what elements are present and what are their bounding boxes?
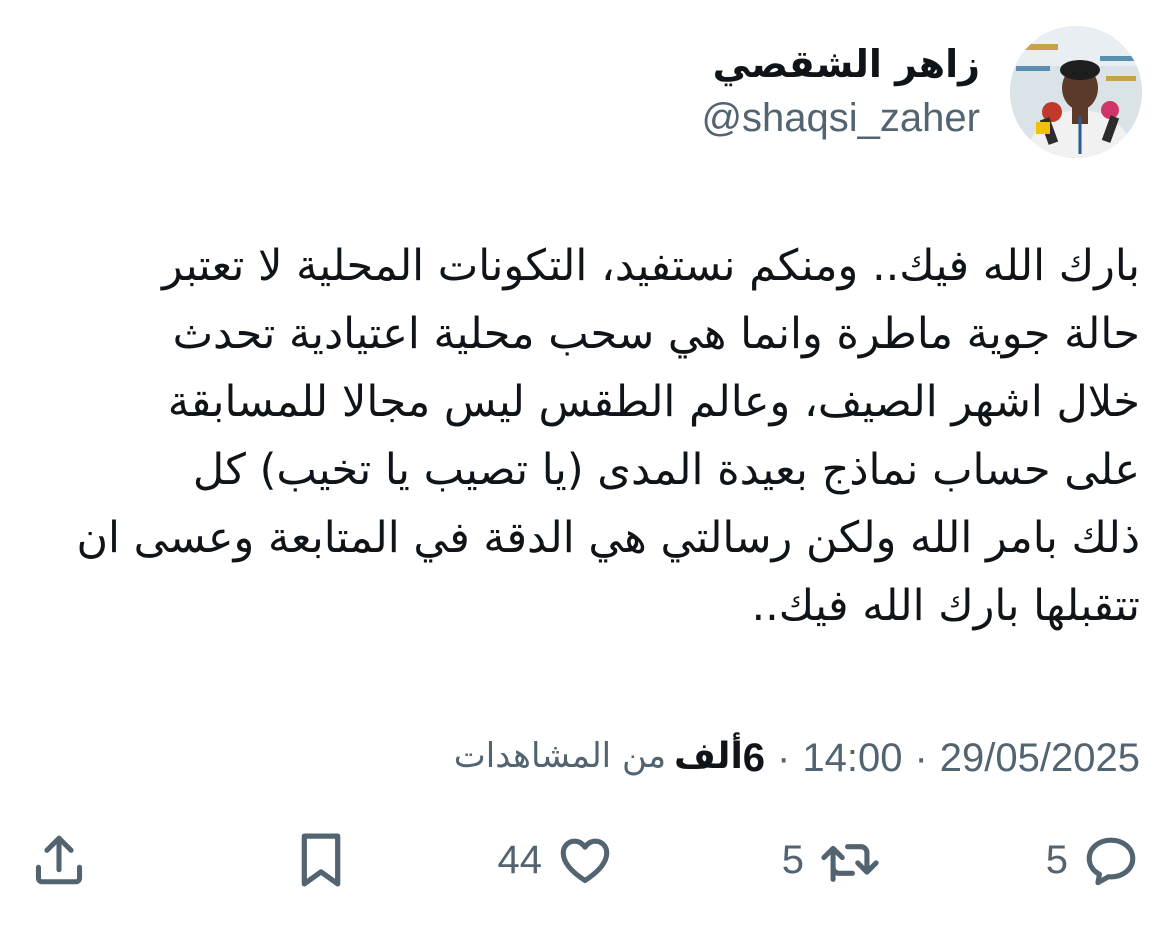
tweet-date[interactable]: 29/05/2025: [940, 736, 1140, 781]
user-names: زاهر الشقصي @shaqsi_zaher: [701, 38, 980, 146]
like-count: 44: [497, 837, 543, 882]
views-stat[interactable]: 6 ألف من المشاهدات: [454, 736, 765, 781]
bookmark-icon: [294, 829, 348, 891]
display-name[interactable]: زاهر الشقصي: [713, 38, 980, 90]
tweet-time[interactable]: 14:00: [802, 736, 902, 781]
like-icon: [556, 831, 614, 889]
tweet-text-line: حالة جوية ماطرة وانما هي سحب محلية اعتيا…: [172, 309, 1140, 359]
tweet-text-line: بارك الله فيك.. ومنكم نستفيد، التكونات ا…: [161, 241, 1140, 291]
like-button[interactable]: 44: [498, 820, 615, 900]
retweet-count: 5: [781, 837, 804, 882]
bookmark-button[interactable]: [294, 820, 348, 900]
avatar[interactable]: [1010, 26, 1142, 158]
share-icon: [30, 831, 88, 889]
tweet-text-line: على حساب نماذج بعيدة المدى (يا تصيب يا ت…: [192, 445, 1140, 495]
reply-icon: [1082, 831, 1140, 889]
tweet-text-line: خلال اشهر الصيف، وعالم الطقس ليس مجالا ل…: [167, 377, 1140, 427]
reply-button[interactable]: 5: [1046, 820, 1140, 900]
tweet-text: بارك الله فيك.. ومنكم نستفيد، التكونات ا…: [30, 232, 1140, 640]
views-label: من المشاهدات: [453, 735, 667, 776]
reply-count: 5: [1045, 837, 1068, 882]
share-button[interactable]: [30, 820, 88, 900]
meta-separator: ·: [914, 735, 928, 780]
user-handle[interactable]: @shaqsi_zaher: [701, 90, 980, 146]
views-unit: ألف: [674, 735, 743, 777]
avatar-image: [1010, 26, 1142, 158]
tweet: زاهر الشقصي @shaqsi_zaher بارك الله فيك.…: [0, 0, 1170, 939]
tweet-text-line: تتقبلها بارك الله فيك..: [751, 581, 1140, 631]
action-bar: 5 5 44: [0, 820, 1170, 900]
retweet-button[interactable]: 5: [782, 820, 882, 900]
tweet-meta: 6 ألف من المشاهدات · 14:00 · 29/05/2025: [454, 730, 1140, 786]
retweet-icon: [818, 831, 882, 889]
tweet-header: زاهر الشقصي @shaqsi_zaher: [701, 26, 1142, 158]
views-count: 6: [742, 735, 766, 780]
tweet-text-line: ذلك بامر الله ولكن رسالتي هي الدقة في ال…: [76, 513, 1140, 563]
meta-separator: ·: [777, 735, 791, 780]
